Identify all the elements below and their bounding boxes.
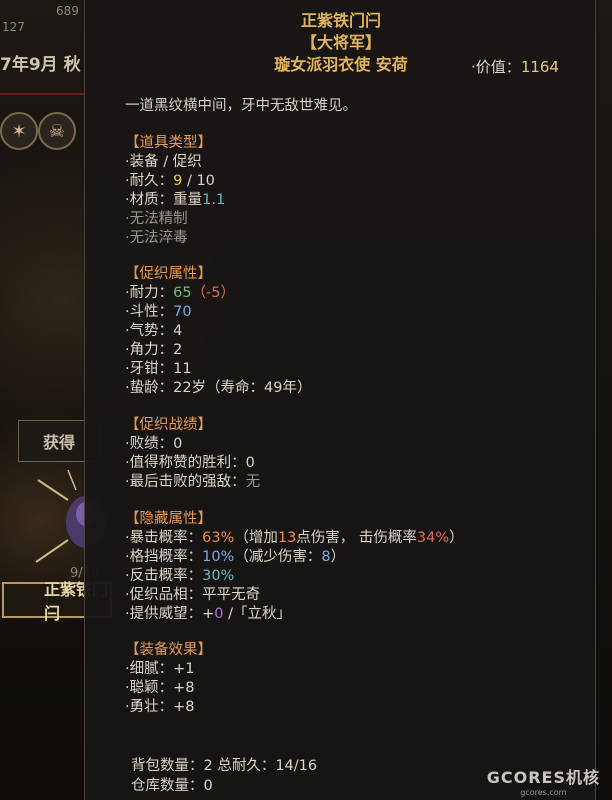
- stamina-mod: （-5）: [191, 285, 236, 301]
- stamina-label: ·耐力：: [125, 285, 174, 301]
- stamina-value: 65: [173, 285, 192, 301]
- prestige-prefix: +: [202, 606, 215, 622]
- block-value: 10%: [202, 549, 235, 565]
- block-label: ·格挡概率：: [125, 549, 203, 565]
- section-item-type: 【道具类型】 ·装备 / 促织 ·耐久：9 / 10 ·材质：重量1.1 ·无法…: [125, 134, 225, 248]
- inventory-footer: 背包数量：2 总耐久：14/16 仓库数量：0: [131, 756, 317, 796]
- durability-label: ·耐久：: [125, 173, 174, 189]
- item-title: 【大将军】: [300, 33, 381, 52]
- prestige-row: ·提供威望：+0 /「立秋」: [125, 605, 464, 624]
- item-description: 一道黑纹横中间，牙中无敌世难见。: [125, 98, 357, 114]
- value-number: 1164: [520, 58, 559, 76]
- section-title: 【隐藏属性】: [125, 511, 212, 527]
- counter-row: ·反击概率：30%: [125, 567, 464, 586]
- section-equip-effects: 【装备效果】 ·细腻：+1 ·聪颖：+8 ·勇壮：+8: [125, 641, 212, 717]
- counter-value: 30%: [202, 568, 235, 584]
- watermark-url: gcores.com: [520, 788, 567, 797]
- value-label: ·价值：: [471, 58, 521, 76]
- material-label: ·材质：: [125, 192, 174, 208]
- material-weight: 1.1: [202, 192, 226, 208]
- prestige-value: 0: [214, 606, 224, 622]
- date-text: 7年9月 秋: [0, 55, 81, 75]
- crit-label: ·暴击概率：: [125, 530, 203, 546]
- section-cricket-attrs: 【促织属性】 ·耐力：65（-5） ·斗性：70 ·气势：4 ·角力：2 ·牙钳…: [125, 265, 312, 398]
- section-title: 【促织属性】: [125, 266, 212, 282]
- notable-wins-row: ·值得称赞的胜利：0: [125, 455, 255, 471]
- item-value: ·价值：1164: [471, 56, 559, 77]
- delicate-row: ·细腻：+1: [125, 661, 195, 677]
- last-defeated-label: ·最后击败的强敌：: [125, 474, 246, 490]
- section-record: 【促织战绩】 ·败绩：0 ·值得称赞的胜利：0 ·最后击败的强敌：无: [125, 416, 260, 492]
- crit-value: 63%: [202, 530, 235, 546]
- fight-value: 70: [173, 304, 192, 320]
- block-reduction: 8: [321, 549, 331, 565]
- block-detail: （减少伤害：: [234, 549, 322, 565]
- prestige-label: ·提供威望：: [125, 606, 203, 622]
- stamina-row: ·耐力：65（-5）: [125, 284, 312, 303]
- watermark-brand: GCORES机核: [486, 768, 600, 787]
- horn-row: ·角力：2: [125, 342, 183, 358]
- durability-max: / 10: [182, 173, 215, 189]
- block-row: ·格挡概率：10%（减少伤害：8）: [125, 548, 464, 567]
- storage-count: 仓库数量：0: [131, 778, 213, 794]
- grade-value: 平平无奇: [202, 587, 261, 603]
- crit-row: ·暴击概率：63%（增加13点伤害， 击伤概率34%）: [125, 529, 464, 548]
- age-row: ·蛰龄：22岁（寿命：49年）: [125, 380, 312, 396]
- brave-row: ·勇壮：+8: [125, 699, 195, 715]
- crit-detail: ）: [449, 530, 464, 546]
- top-stat-1: 689: [56, 4, 79, 18]
- skull-icon[interactable]: ☠: [38, 112, 76, 150]
- item-name: 正紫铁门闩: [300, 11, 381, 30]
- section-title: 【道具类型】: [125, 135, 212, 151]
- last-defeated-value: 无: [245, 474, 261, 490]
- fight-label: ·斗性：: [125, 304, 174, 320]
- material-value: 重量: [173, 192, 203, 208]
- block-detail: ）: [330, 549, 346, 565]
- poison-row: ·无法淬毒: [125, 230, 188, 246]
- bag-count: 背包数量：2 总耐久：14/16: [131, 758, 318, 774]
- section-hidden-attrs: 【隐藏属性】 ·暴击概率：63%（增加13点伤害， 击伤概率34%） ·格挡概率…: [125, 510, 464, 624]
- red-divider: [0, 93, 84, 95]
- crit-wound: 34%: [416, 530, 450, 546]
- momentum-row: ·气势：4: [125, 323, 183, 339]
- top-stat-2: 127: [2, 20, 25, 34]
- losses-row: ·败绩：0: [125, 436, 183, 452]
- section-title: 【装备效果】: [125, 642, 212, 658]
- watermark: GCORES机核 gcores.com: [487, 764, 600, 797]
- fight-row: ·斗性：70: [125, 303, 312, 322]
- refine-row: ·无法精制: [125, 211, 188, 227]
- grade-label: ·促织品相：: [125, 587, 203, 603]
- prestige-suffix: /「立秋」: [223, 606, 291, 622]
- durability-row: ·耐久：9 / 10: [125, 172, 225, 191]
- jaw-row: ·牙钳：11: [125, 361, 192, 377]
- item-tooltip: 正紫铁门闩 【大将军】 璇女派羽衣使 安荷 ·价值：1164 一道黑纹横中间，牙…: [84, 0, 596, 800]
- section-title: 【促织战绩】: [125, 417, 212, 433]
- material-row: ·材质：重量1.1: [125, 191, 225, 210]
- counter-label: ·反击概率：: [125, 568, 203, 584]
- crit-damage: 13: [277, 530, 297, 546]
- clever-row: ·聪颖：+8: [125, 680, 195, 696]
- claw-icon[interactable]: ✶: [0, 112, 38, 150]
- crit-detail: （增加: [234, 530, 278, 546]
- durability-current: 9: [173, 173, 183, 189]
- last-defeated-row: ·最后击败的强敌：无: [125, 473, 260, 492]
- crit-detail: 点伤害， 击伤概率: [296, 530, 417, 546]
- item-category: ·装备 / 促织: [125, 154, 202, 170]
- grade-row: ·促织品相：平平无奇: [125, 586, 464, 605]
